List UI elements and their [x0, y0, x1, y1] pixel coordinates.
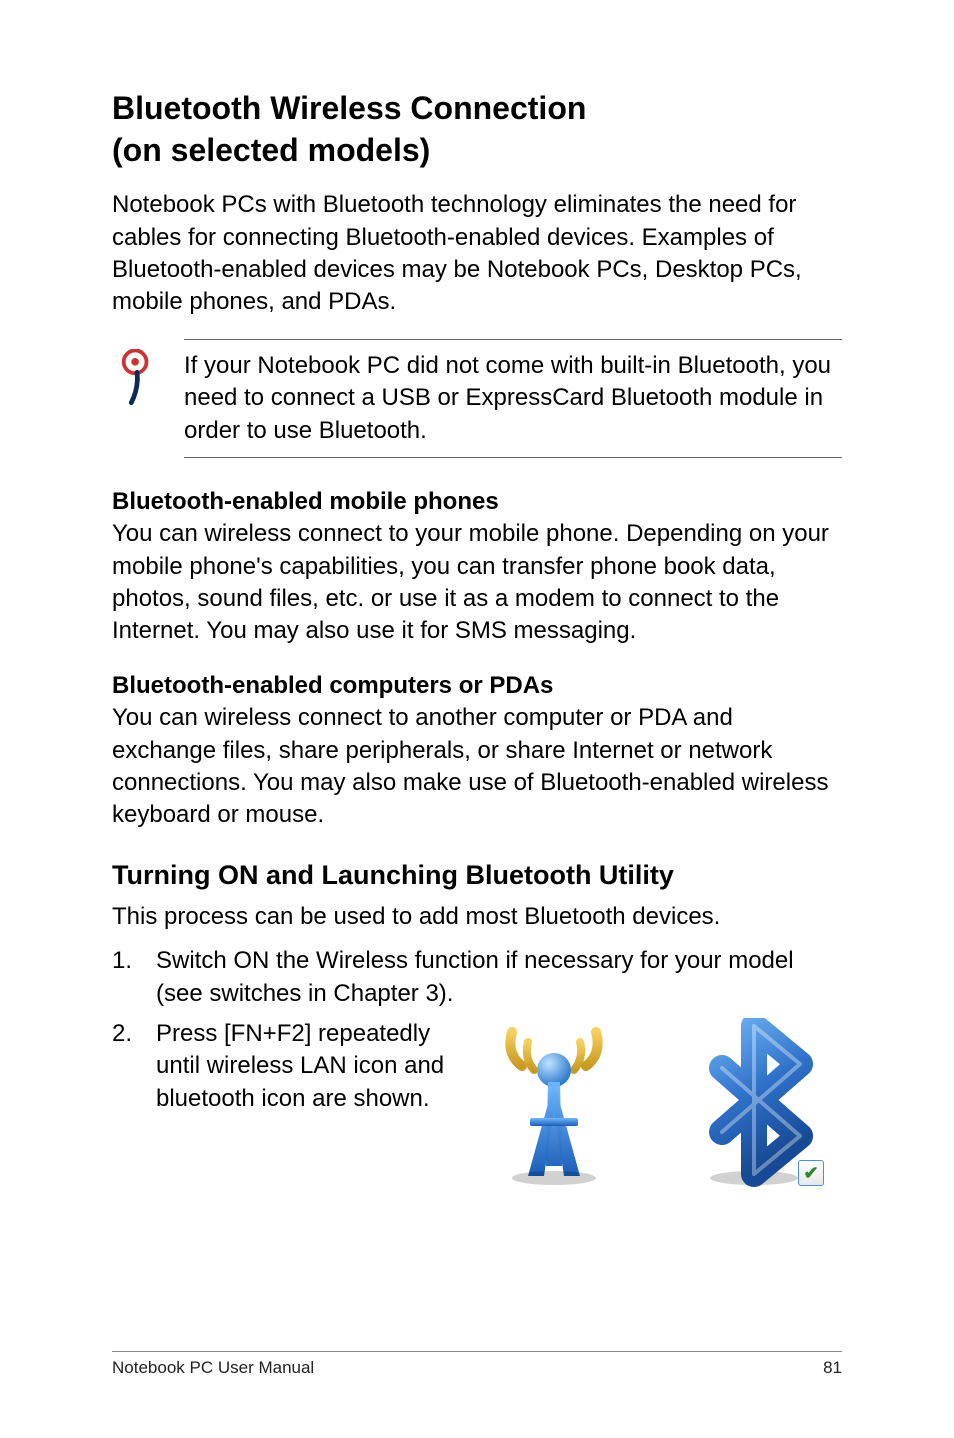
subintro: This process can be used to add most Blu…	[112, 901, 842, 933]
wifi-antenna-icon	[474, 1018, 634, 1188]
step-1-number: 1.	[112, 945, 156, 1010]
step-2-text: Press [FN+F2] repeatedly until wireless …	[156, 1018, 466, 1188]
pin-icon	[112, 339, 184, 458]
step-1: 1. Switch ON the Wireless function if ne…	[112, 945, 842, 1010]
heading-line1: Bluetooth Wireless Connection	[112, 90, 586, 126]
page-footer: Notebook PC User Manual 81	[112, 1351, 842, 1378]
step-1-text: Switch ON the Wireless function if neces…	[156, 945, 842, 1010]
heading-line2: (on selected models)	[112, 132, 430, 168]
note-text: If your Notebook PC did not come with bu…	[184, 339, 842, 458]
step-2: 2. Press [FN+F2] repeatedly until wirele…	[112, 1018, 842, 1188]
footer-page-number: 81	[823, 1358, 842, 1378]
section-mobile-phones: Bluetooth-enabled mobile phones You can …	[112, 486, 842, 648]
checkmark: ✔	[803, 1164, 818, 1182]
section1-body: You can wireless connect to your mobile …	[112, 520, 829, 644]
page-title: Bluetooth Wireless Connection (on select…	[112, 88, 842, 171]
intro-paragraph: Notebook PCs with Bluetooth technology e…	[112, 189, 842, 319]
footer-left: Notebook PC User Manual	[112, 1358, 314, 1378]
checkmark-badge-icon: ✔	[798, 1160, 824, 1186]
bluetooth-icon: ✔	[674, 1018, 834, 1188]
section-computers-pdas: Bluetooth-enabled computers or PDAs You …	[112, 670, 842, 832]
section2-body: You can wireless connect to another comp…	[112, 704, 828, 828]
section2-title: Bluetooth-enabled computers or PDAs	[112, 672, 553, 699]
step-2-number: 2.	[112, 1018, 156, 1188]
subheading: Turning ON and Launching Bluetooth Utili…	[112, 860, 842, 891]
note-callout: If your Notebook PC did not come with bu…	[112, 339, 842, 458]
step-2-icons: ✔	[466, 1018, 842, 1188]
section1-title: Bluetooth-enabled mobile phones	[112, 488, 499, 515]
steps-list: 1. Switch ON the Wireless function if ne…	[112, 945, 842, 1188]
